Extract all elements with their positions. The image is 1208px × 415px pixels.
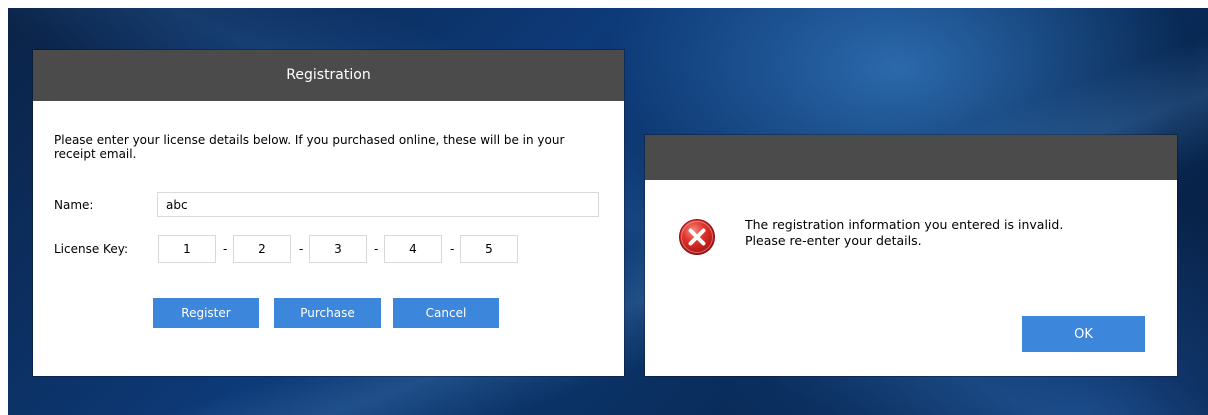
name-input[interactable] bbox=[157, 192, 599, 217]
error-dialog-titlebar bbox=[645, 135, 1177, 180]
ok-button[interactable]: OK bbox=[1022, 316, 1145, 352]
license-key-part-2[interactable] bbox=[233, 235, 291, 263]
registration-dialog: Registration Please enter your license d… bbox=[33, 50, 624, 376]
error-message-line-1: The registration information you entered… bbox=[745, 217, 1064, 232]
instructions-text: Please enter your license details below.… bbox=[54, 133, 565, 161]
license-key-part-5[interactable] bbox=[460, 235, 518, 263]
key-separator: - bbox=[299, 242, 304, 256]
license-key-label: License Key: bbox=[54, 242, 128, 256]
cancel-button[interactable]: Cancel bbox=[393, 298, 499, 328]
error-dialog: The registration information you entered… bbox=[645, 135, 1177, 376]
error-message: The registration information you entered… bbox=[745, 217, 1063, 249]
key-separator: - bbox=[374, 242, 379, 256]
license-key-part-1[interactable] bbox=[158, 235, 216, 263]
error-message-line-2: Please re-enter your details. bbox=[745, 233, 922, 248]
license-key-part-3[interactable] bbox=[309, 235, 367, 263]
registration-title: Registration bbox=[33, 50, 624, 101]
registration-body: Please enter your license details below.… bbox=[33, 101, 624, 376]
key-separator: - bbox=[223, 242, 228, 256]
error-icon bbox=[678, 218, 716, 256]
license-key-part-4[interactable] bbox=[384, 235, 442, 263]
purchase-button[interactable]: Purchase bbox=[274, 298, 381, 328]
key-separator: - bbox=[450, 242, 455, 256]
error-dialog-body: The registration information you entered… bbox=[645, 180, 1177, 376]
name-label: Name: bbox=[54, 198, 94, 212]
register-button[interactable]: Register bbox=[153, 298, 259, 328]
